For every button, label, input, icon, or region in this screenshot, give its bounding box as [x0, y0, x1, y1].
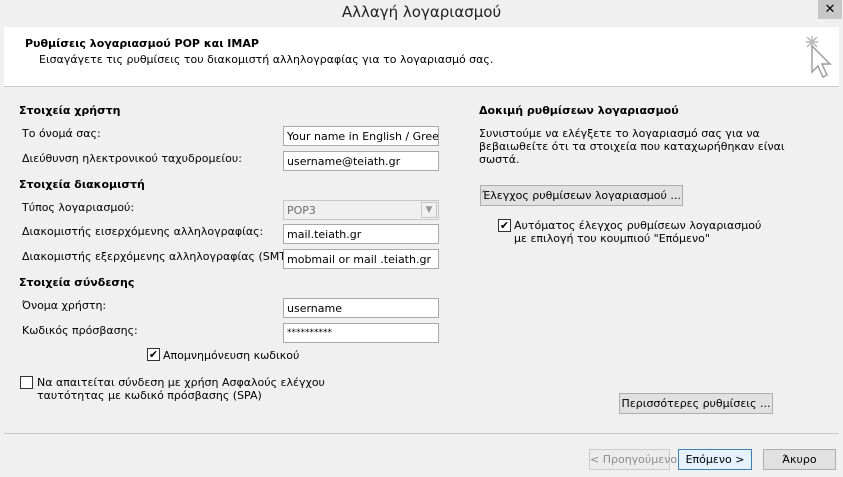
server-info-heading: Στοιχεία διακομιστή	[19, 178, 145, 191]
more-settings-button[interactable]: Περισσότερες ρυθμίσεις ...	[619, 393, 773, 414]
auto-test-checkbox[interactable]: ✔	[498, 219, 511, 232]
next-button[interactable]: Επόμενο >	[678, 449, 752, 470]
incoming-server-input[interactable]: mail.teiath.gr	[283, 224, 439, 244]
email-input[interactable]: username@teiath.gr	[283, 151, 439, 171]
window-title: Αλλαγή λογαριασμού	[341, 3, 502, 21]
checkmark-icon: ✔	[148, 348, 159, 361]
close-button[interactable]: ✕	[818, 0, 842, 19]
chevron-down-icon: ▼	[421, 202, 437, 218]
account-type-value: POP3	[287, 204, 316, 217]
auto-test-label-line2: με επιλογή του κουμπιού "Επόμενο"	[514, 232, 710, 245]
name-input[interactable]: Your name in English / Greek	[283, 126, 439, 146]
page-title: Ρυθμίσεις λογαριασμού POP και IMAP	[25, 37, 259, 50]
cancel-button[interactable]: Άκυρο	[763, 449, 836, 470]
auto-test-label-line1: Αυτόματος έλεγχος ρυθμίσεων λογαριασμού	[514, 219, 762, 232]
email-label: Διεύθυνση ηλεκτρονικού ταχυδρομείου:	[22, 152, 242, 165]
footer-divider	[4, 433, 839, 434]
test-desc-line3: σωστά.	[479, 153, 520, 166]
test-desc-line1: Συνιστούμε να ελέγξετε το λογαριασμό σας…	[479, 127, 760, 140]
account-type-label: Τύπος λογαριασμού:	[22, 201, 135, 214]
username-label: Όνομα χρήστη:	[22, 299, 107, 312]
checkmark-icon: ✔	[499, 219, 510, 232]
remember-password-checkbox[interactable]: ✔	[147, 348, 160, 361]
account-type-select[interactable]: POP3 ▼	[283, 200, 439, 220]
wizard-header: Ρυθμίσεις λογαριασμού POP και IMAP Εισαγ…	[4, 27, 839, 87]
login-info-heading: Στοιχεία σύνδεσης	[19, 276, 135, 289]
back-button[interactable]: < Προηγούμενο	[589, 449, 677, 470]
spa-label-line2: ταυτότητας με κωδικό πρόσβασης (SPA)	[37, 389, 262, 402]
outgoing-server-label: Διακομιστής εξερχόμενης αλληλογραφίας (S…	[22, 250, 301, 263]
remember-password-label: Απομνημόνευση κωδικού	[163, 349, 300, 362]
close-icon: ✕	[824, 2, 836, 17]
password-input[interactable]: **********	[283, 323, 439, 343]
name-label: Το όνομά σας:	[22, 127, 101, 140]
outgoing-server-input[interactable]: mobmail or mail .teiath.gr	[283, 249, 439, 269]
incoming-server-label: Διακομιστής εισερχόμενης αλληλογραφίας:	[22, 225, 264, 238]
page-subtitle: Εισαγάγετε τις ρυθμίσεις του διακομιστή …	[39, 53, 494, 66]
spa-label-line1: Να απαιτείται σύνδεση με χρήση Ασφαλούς …	[37, 376, 325, 389]
spa-checkbox[interactable]	[20, 376, 33, 389]
user-info-heading: Στοιχεία χρήστη	[19, 104, 121, 117]
password-label: Κωδικός πρόσβασης:	[22, 324, 138, 337]
test-desc-line2: βεβαιωθείτε ότι τα στοιχεία που καταχωρή…	[479, 140, 785, 153]
test-settings-heading: Δοκιμή ρυθμίσεων λογαριασμού	[479, 104, 679, 117]
username-input[interactable]: username	[283, 298, 439, 318]
title-bar: Αλλαγή λογαριασμού ✕	[0, 0, 843, 26]
test-account-settings-button[interactable]: Έλεγχος ρυθμίσεων λογαριασμού ...	[480, 185, 683, 206]
cursor-sparkle-icon	[806, 36, 832, 78]
